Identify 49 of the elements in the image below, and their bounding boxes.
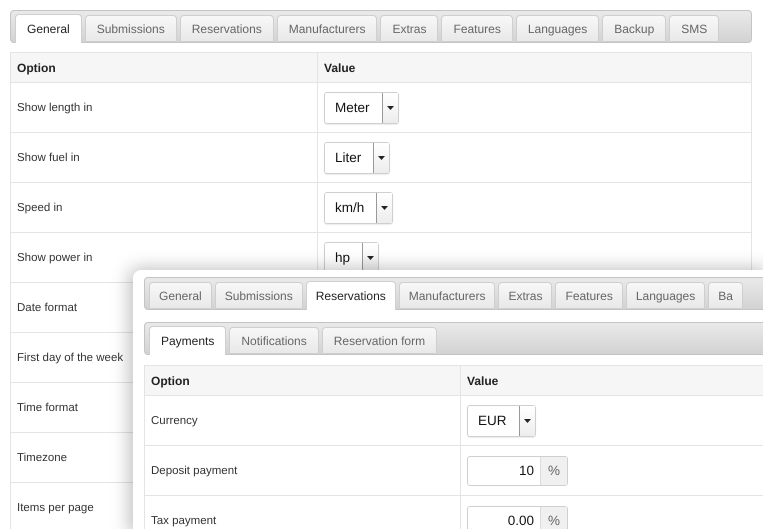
option-label: Items per page	[17, 502, 94, 514]
caret-icon	[378, 156, 386, 160]
option-label: Show fuel in	[17, 152, 80, 164]
option-label: Currency	[151, 414, 198, 426]
tab[interactable]: SMS	[669, 15, 720, 42]
option-label: Speed in	[17, 202, 62, 214]
unit-label: %	[540, 506, 567, 529]
tab[interactable]: General	[15, 14, 82, 43]
dropdown[interactable]: Liter	[324, 142, 390, 174]
tab[interactable]: Features	[555, 282, 623, 309]
tab[interactable]: Submissions	[214, 282, 303, 309]
tab[interactable]: Manufacturers	[276, 15, 378, 42]
option-label: Date format	[17, 302, 78, 314]
option-label: Timezone	[17, 452, 68, 464]
caret-icon	[367, 256, 374, 260]
option-label: Time format	[17, 402, 78, 414]
option-label: Show length in	[17, 102, 92, 114]
tab[interactable]: Languages	[516, 15, 600, 42]
tab[interactable]: Languages	[626, 282, 706, 309]
dropdown[interactable]: Meter	[324, 92, 399, 124]
subtab[interactable]: Payments	[149, 326, 226, 355]
column-header: Option	[151, 374, 190, 388]
caret-icon	[381, 206, 388, 210]
tab[interactable]: Manufacturers	[398, 282, 496, 309]
tab[interactable]: Reservations	[180, 15, 274, 42]
option-label: First day of the week	[17, 352, 124, 364]
dropdown[interactable]: km/h	[324, 192, 394, 224]
number-field[interactable]: 10 %	[467, 456, 568, 486]
subtab[interactable]: Notifications	[229, 327, 319, 354]
tab[interactable]: Submissions	[84, 15, 177, 42]
tab[interactable]: Extras	[498, 282, 552, 309]
tab[interactable]: Extras	[380, 15, 438, 42]
number-field[interactable]: 0.00 %	[467, 506, 568, 529]
tab[interactable]: Ba	[708, 282, 743, 309]
option-label: Show power in	[17, 252, 92, 264]
column-header: Value	[467, 374, 498, 388]
column-header: Option	[17, 60, 56, 74]
column-header: Value	[324, 60, 356, 74]
option-label: Tax payment	[151, 514, 216, 526]
tab[interactable]: General	[149, 282, 212, 309]
subtab[interactable]: Reservation form	[322, 327, 438, 354]
tab[interactable]: Features	[441, 15, 513, 42]
dropdown[interactable]: EUR	[467, 404, 536, 436]
tab[interactable]: Reservations	[306, 281, 396, 310]
caret-icon	[386, 106, 394, 110]
caret-icon	[524, 418, 531, 422]
option-label: Deposit payment	[151, 464, 238, 476]
tab[interactable]: Backup	[602, 15, 666, 42]
unit-label: %	[540, 456, 567, 484]
